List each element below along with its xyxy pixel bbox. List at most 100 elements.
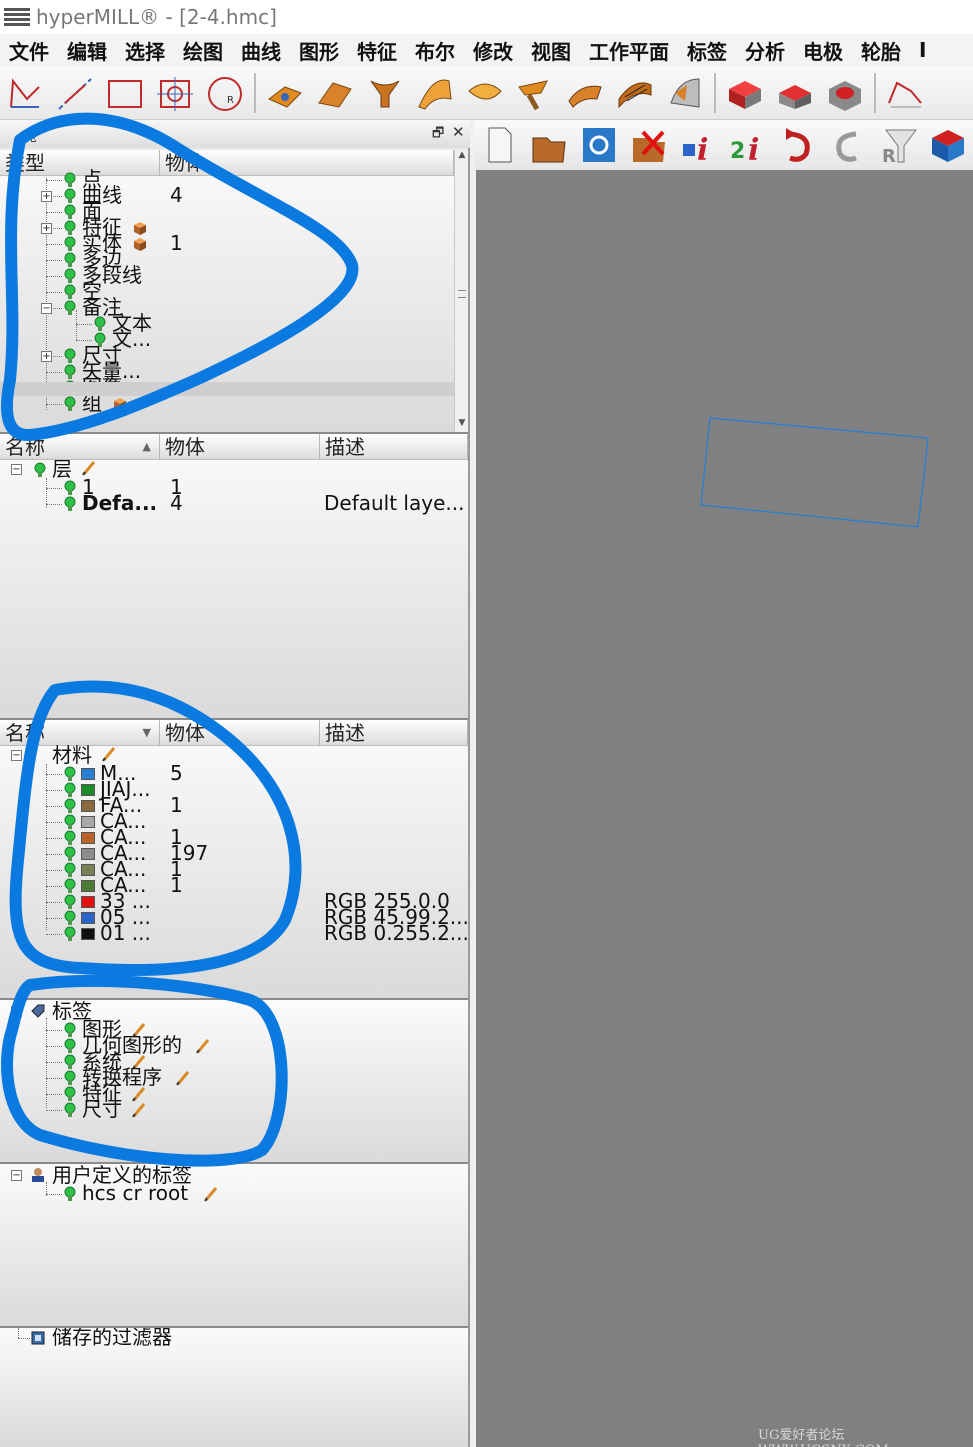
- menu-electrode[interactable]: 电极: [794, 36, 852, 65]
- pencil-icon[interactable]: [176, 1070, 190, 1086]
- visibility-bulb-icon[interactable]: [64, 910, 76, 926]
- menu-workplane[interactable]: 工作平面: [580, 36, 678, 65]
- pencil-icon[interactable]: [196, 1038, 210, 1054]
- col-objects[interactable]: 物体: [160, 434, 320, 460]
- tag-row-label[interactable]: 尺寸: [82, 1098, 122, 1120]
- visibility-bulb-icon[interactable]: [64, 1022, 76, 1038]
- save-icon[interactable]: [577, 123, 621, 167]
- info-icon[interactable]: i: [677, 123, 721, 167]
- polyline-icon[interactable]: [3, 71, 47, 115]
- visibility-bulb-icon[interactable]: [64, 204, 76, 220]
- scroll-down-icon[interactable]: ▼: [455, 418, 468, 432]
- visibility-bulb-icon[interactable]: [64, 798, 76, 814]
- pencil-icon[interactable]: [82, 460, 96, 476]
- menu-draw[interactable]: 绘图: [174, 36, 232, 65]
- visibility-bulb-icon[interactable]: [64, 220, 76, 236]
- pencil-icon[interactable]: [204, 1186, 218, 1202]
- menu-file[interactable]: 文件: [0, 36, 58, 65]
- visibility-bulb-icon[interactable]: [64, 1186, 76, 1202]
- visibility-bulb-icon[interactable]: [64, 1070, 76, 1086]
- layer-row-label[interactable]: Defa...: [82, 492, 157, 514]
- new-file-icon[interactable]: [477, 123, 521, 167]
- subtract-solid-icon[interactable]: [773, 71, 817, 115]
- menu-analysis[interactable]: 分析: [736, 36, 794, 65]
- viewport-canvas[interactable]: [476, 170, 973, 1447]
- visibility-bulb-icon[interactable]: [64, 894, 76, 910]
- delete-icon[interactable]: [627, 123, 671, 167]
- menu-view[interactable]: 视图: [522, 36, 580, 65]
- col-name[interactable]: 名称 ▲: [0, 434, 160, 460]
- col-objects[interactable]: 物体: [160, 720, 320, 746]
- info-compare-icon[interactable]: 2i: [727, 123, 771, 167]
- extend-surface-icon[interactable]: [663, 71, 707, 115]
- visibility-bulb-icon[interactable]: [64, 480, 76, 496]
- visibility-bulb-icon[interactable]: [64, 1054, 76, 1070]
- visibility-bulb-icon[interactable]: [64, 348, 76, 364]
- expand-icon[interactable]: +: [41, 351, 52, 362]
- blend-surface-icon[interactable]: [613, 71, 657, 115]
- col-desc[interactable]: 描述: [320, 720, 468, 746]
- visibility-bulb-icon[interactable]: [64, 396, 76, 412]
- menu-tags[interactable]: 标签: [678, 36, 736, 65]
- collapse-icon[interactable]: −: [11, 1170, 22, 1181]
- visibility-bulb-icon[interactable]: [34, 462, 46, 478]
- expand-icon[interactable]: +: [41, 191, 52, 202]
- scroll-grip-icon[interactable]: [458, 290, 466, 298]
- close-icon[interactable]: ✕: [452, 123, 465, 141]
- visibility-bulb-icon[interactable]: [64, 188, 76, 204]
- visibility-bulb-icon[interactable]: [64, 268, 76, 284]
- sweep-surface-icon[interactable]: [413, 71, 457, 115]
- visibility-bulb-icon[interactable]: [64, 846, 76, 862]
- visibility-bulb-icon[interactable]: [64, 814, 76, 830]
- curve-analysis-icon[interactable]: [883, 71, 927, 115]
- line-icon[interactable]: [53, 71, 97, 115]
- graphics-viewport[interactable]: [476, 170, 973, 1447]
- rectangle-icon[interactable]: [103, 71, 147, 115]
- menu-shape[interactable]: 图形: [290, 36, 348, 65]
- visibility-bulb-icon[interactable]: [64, 830, 76, 846]
- menu-boolean[interactable]: 布尔: [406, 36, 464, 65]
- pencil-icon[interactable]: [132, 1086, 146, 1102]
- visibility-bulb-icon[interactable]: [64, 878, 76, 894]
- vertical-scrollbar[interactable]: ▲ ▼: [454, 150, 468, 432]
- visibility-bulb-icon[interactable]: [64, 300, 76, 316]
- visibility-bulb-icon[interactable]: [64, 1038, 76, 1054]
- visibility-bulb-icon[interactable]: [64, 1086, 76, 1102]
- user-tag-row-label[interactable]: hcs cr root: [82, 1182, 188, 1204]
- center-point-icon[interactable]: [153, 71, 197, 115]
- visibility-bulb-icon[interactable]: [64, 926, 76, 942]
- collapse-icon[interactable]: −: [11, 750, 22, 761]
- app-icon[interactable]: [4, 6, 30, 28]
- open-folder-icon[interactable]: [527, 123, 571, 167]
- material-row-label[interactable]: 01 ...: [100, 922, 151, 944]
- visibility-bulb-icon[interactable]: [64, 782, 76, 798]
- menu-more[interactable]: I: [910, 38, 935, 62]
- menu-tire[interactable]: 轮胎: [852, 36, 910, 65]
- col-type[interactable]: 类型: [0, 150, 160, 176]
- visibility-bulb-icon[interactable]: [64, 862, 76, 878]
- revolve-surface-icon[interactable]: [363, 71, 407, 115]
- visibility-bulb-icon[interactable]: [64, 364, 76, 380]
- circle-radius-icon[interactable]: R: [203, 71, 247, 115]
- filters-root-label[interactable]: 储存的过滤器: [52, 1328, 172, 1348]
- visibility-bulb-icon[interactable]: [64, 766, 76, 782]
- redo-icon[interactable]: [826, 123, 870, 167]
- menu-feature[interactable]: 特征: [348, 36, 406, 65]
- col-objects[interactable]: 物体: [160, 150, 454, 176]
- pencil-icon[interactable]: [102, 746, 116, 762]
- cylinder-solid-icon[interactable]: [823, 71, 867, 115]
- net-surface-icon[interactable]: [463, 71, 507, 115]
- box-solid-icon[interactable]: [723, 71, 767, 115]
- menu-modify[interactable]: 修改: [464, 36, 522, 65]
- offset-surface-icon[interactable]: [513, 71, 557, 115]
- visibility-bulb-icon[interactable]: [64, 496, 76, 512]
- box-view-icon[interactable]: [926, 123, 970, 167]
- collapse-icon[interactable]: −: [41, 303, 52, 314]
- visibility-bulb-icon[interactable]: [64, 236, 76, 252]
- col-desc[interactable]: 描述: [320, 434, 468, 460]
- restore-icon[interactable]: 🗗: [432, 124, 444, 146]
- visibility-bulb-icon[interactable]: [64, 284, 76, 300]
- collapse-icon[interactable]: −: [11, 1006, 22, 1017]
- visibility-bulb-icon[interactable]: [64, 1102, 76, 1118]
- ruled-surface-icon[interactable]: [313, 71, 357, 115]
